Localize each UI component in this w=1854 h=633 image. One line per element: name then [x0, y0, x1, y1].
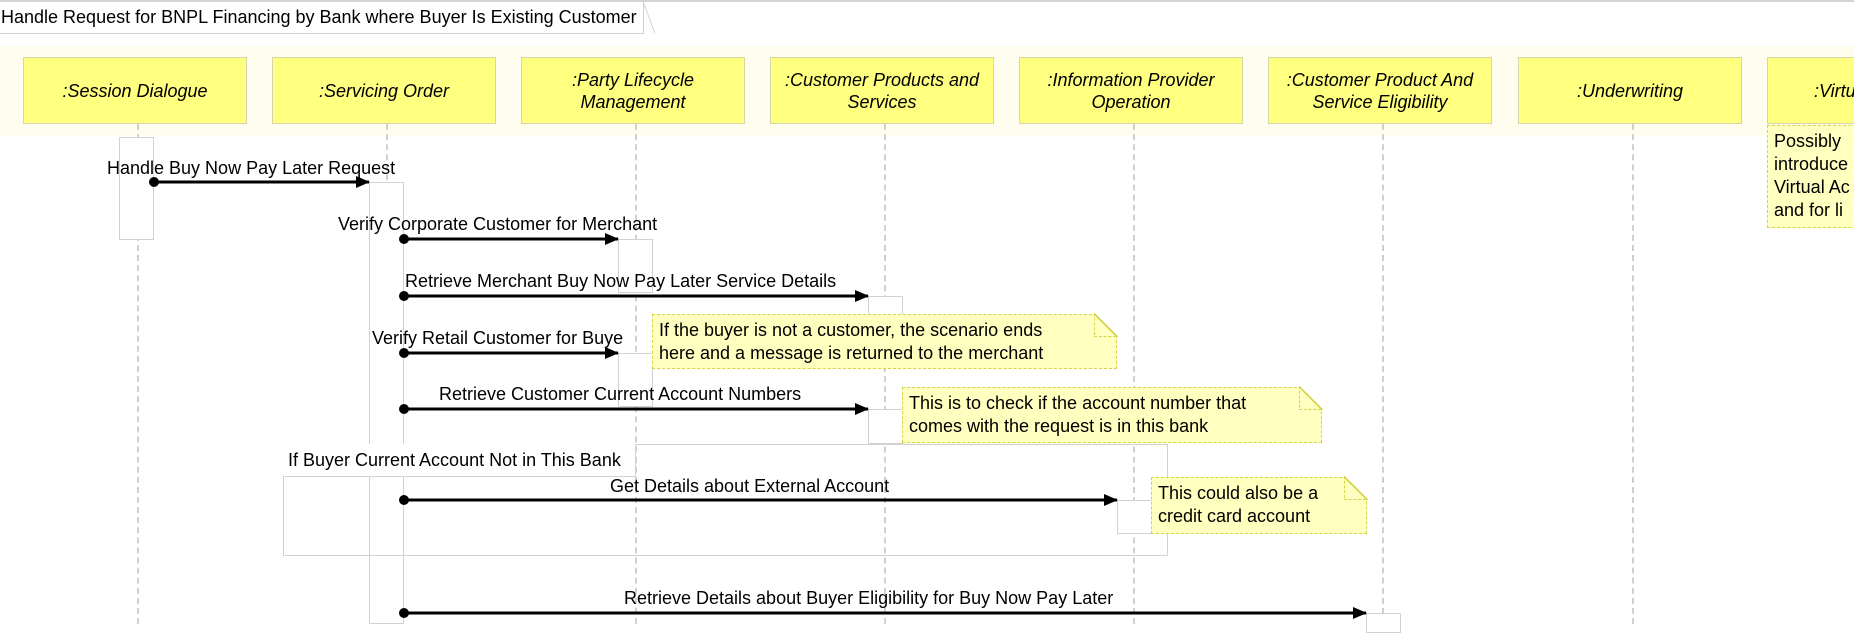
message-start-dot — [399, 234, 409, 244]
message-label: Verify Corporate Customer for Merchant — [338, 214, 658, 234]
note-line: This is to check if the account number t… — [909, 393, 1247, 413]
note-fold-corner — [1344, 476, 1368, 500]
note-fold-corner — [1299, 386, 1323, 410]
note-line: and for li — [1774, 200, 1844, 220]
note-line: If the buyer is not a customer, the scen… — [659, 320, 1043, 340]
message-start-dot — [149, 177, 159, 187]
note-line: This could also be a — [1158, 483, 1319, 503]
note-buyer-not-customer: If the buyer is not a customer, the scen… — [652, 313, 1118, 369]
message-arrows — [149, 176, 1367, 619]
message-label: Retrieve Details about Buyer Eligibility… — [624, 588, 1114, 608]
note-line: comes with the request is in this bank — [909, 416, 1209, 436]
note-account-number-check: This is to check if the account number t… — [902, 386, 1323, 443]
note-line: Virtual Ac — [1774, 177, 1850, 197]
note-fold-corner — [1094, 313, 1118, 337]
message-start-dot — [399, 495, 409, 505]
message-label: Get Details about External Account — [610, 476, 890, 496]
message-label: Retrieve Merchant Buy Now Pay Later Serv… — [405, 271, 837, 291]
note-line: introduce — [1774, 154, 1849, 174]
message-start-dot — [399, 608, 409, 618]
message-start-dot — [399, 348, 409, 358]
message-start-dot — [399, 291, 409, 301]
message-label: Handle Buy Now Pay Later Request — [107, 158, 396, 178]
message-label: Verify Retail Customer for Buye — [372, 328, 624, 348]
note-line: Possibly — [1774, 131, 1842, 151]
note-virtual-account: Possibly introduce Virtual Ac and for li — [1767, 125, 1854, 228]
note-credit-card-account: This could also be a credit card account — [1151, 476, 1368, 534]
note-line: credit card account — [1158, 506, 1311, 526]
message-label: Retrieve Customer Current Account Number… — [439, 384, 802, 404]
note-line: here and a message is returned to the me… — [659, 343, 1044, 363]
message-start-dot — [399, 404, 409, 414]
